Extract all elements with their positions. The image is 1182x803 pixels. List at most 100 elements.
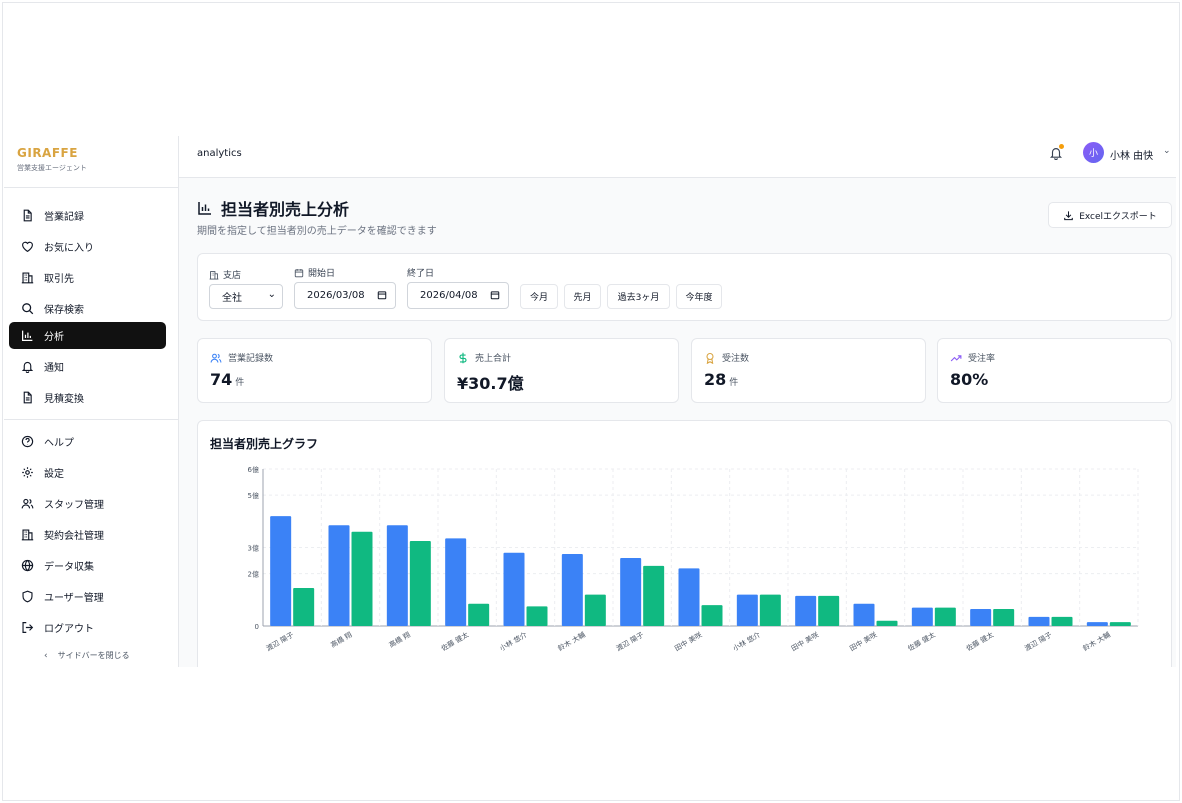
y-tick-label: 5億	[248, 491, 259, 500]
brand-logo[interactable]: GIRAFFE	[17, 146, 178, 160]
stat-label: 営業記録数	[210, 351, 273, 364]
sidebar-item-quote-conversion[interactable]: 見積変換	[9, 384, 166, 411]
chevron-left-icon: ‹	[44, 650, 48, 661]
quick-last-3-months-button[interactable]: 過去3ヶ月	[607, 284, 670, 309]
sidebar-collapse-button[interactable]: ‹ サイドバーを閉じる	[44, 650, 130, 661]
sidebar-item-staff[interactable]: スタッフ管理	[9, 490, 166, 517]
sidebar-item-label: ログアウト	[44, 624, 94, 635]
stat-label: 受注率	[950, 351, 995, 364]
x-tick-label: 小林 悠介	[731, 630, 762, 653]
calendar-icon	[294, 268, 304, 277]
sidebar-item-records[interactable]: 営業記録	[9, 202, 166, 229]
x-tick-label: 鈴木 大輔	[1081, 630, 1112, 653]
stat-number: 74	[210, 370, 233, 389]
sidebar: GIRAFFE 営業支援エージェント 営業記録 お気に入り 取引先 保存検索 分…	[4, 136, 179, 667]
stat-card-order-rate: 受注率 80%	[937, 338, 1172, 403]
x-tick-label: 高橋 翔	[329, 630, 354, 649]
bar	[351, 531, 373, 626]
bar	[1051, 616, 1073, 626]
sidebar-item-label: データ収集	[44, 562, 94, 573]
quick-this-month-button[interactable]: 今月	[520, 284, 558, 309]
bell-icon	[21, 361, 34, 373]
bar	[468, 603, 490, 626]
stat-label-text: 受注率	[968, 354, 996, 364]
sales-by-rep-chart: 0 2億 3億 5億 6億渡辺 陽子 高橋 翔 高橋 翔 佐藤 健太 小林 悠介 鈴木 大輔 渡辺 …	[248, 465, 1139, 653]
sidebar-item-favorites[interactable]: お気に入り	[9, 233, 166, 260]
sidebar-item-label: 設定	[44, 469, 64, 480]
stat-label: 受注数	[704, 351, 749, 364]
sidebar-item-contract-companies[interactable]: 契約会社管理	[9, 521, 166, 548]
x-tick-label: 田中 美咲	[848, 630, 879, 653]
avatar[interactable]: 小	[1083, 142, 1104, 163]
stat-value: 80%	[950, 370, 988, 389]
bar	[1028, 616, 1050, 626]
bar	[876, 620, 898, 626]
stat-card-records: 営業記録数 74 件	[197, 338, 432, 403]
sidebar-item-label: 通知	[44, 363, 64, 374]
user-name[interactable]: 小林 由快	[1110, 147, 1153, 162]
bar	[993, 608, 1015, 626]
page-title: 担当者別売上分析	[197, 196, 349, 220]
shield-icon	[22, 590, 33, 603]
chevron-down-icon[interactable]: ⌄	[1163, 146, 1171, 156]
sidebar-item-notifications[interactable]: 通知	[9, 353, 166, 380]
bar	[759, 594, 781, 626]
sidebar-item-data-collection[interactable]: データ収集	[9, 552, 166, 579]
sidebar-item-help[interactable]: ヘルプ	[9, 428, 166, 455]
sidebar-collapse-label: サイドバーを閉じる	[57, 651, 130, 660]
end-date-input[interactable]: 2026/04/08	[407, 282, 509, 309]
branch-label: 支店	[209, 268, 241, 281]
bar	[818, 595, 840, 626]
branch-select[interactable]: 全社 ⌄	[209, 284, 283, 309]
end-date-label-text: 終了日	[407, 269, 435, 279]
sidebar-item-clients[interactable]: 取引先	[9, 264, 166, 291]
sidebar-item-logout[interactable]: ログアウト	[9, 614, 166, 641]
calendar-icon	[490, 291, 500, 300]
x-tick-label: 渡辺 陽子	[614, 630, 645, 653]
calendar-icon	[377, 291, 387, 300]
award-icon	[706, 352, 714, 364]
sidebar-item-user-management[interactable]: ユーザー管理	[9, 583, 166, 610]
search-icon	[22, 303, 34, 315]
bar	[270, 516, 292, 626]
logout-icon	[22, 622, 34, 633]
bar	[503, 552, 525, 626]
sidebar-item-label: 見積変換	[44, 394, 84, 405]
stat-label: 売上合計	[457, 351, 511, 364]
excel-export-button[interactable]: Excelエクスポート	[1048, 202, 1172, 228]
bar	[853, 603, 875, 626]
quick-last-month-button[interactable]: 先月	[564, 284, 601, 309]
stat-value: 28 件	[704, 370, 738, 389]
x-tick-label: 鈴木 大輔	[556, 630, 587, 653]
bar	[584, 594, 606, 626]
y-tick-label: 2億	[248, 570, 259, 579]
bar	[328, 525, 350, 626]
sidebar-item-label: 取引先	[44, 274, 74, 285]
users-icon	[21, 498, 34, 509]
branch-label-text: 支店	[223, 271, 242, 281]
brand-subtitle: 営業支援エージェント	[17, 164, 87, 172]
users-icon	[210, 353, 222, 363]
start-date-input[interactable]: 2026/03/08	[294, 282, 396, 309]
sidebar-item-settings[interactable]: 設定	[9, 459, 166, 486]
quick-this-fiscal-year-button[interactable]: 今年度	[676, 284, 722, 309]
y-tick-label: 0	[255, 623, 259, 631]
x-tick-label: 田中 美咲	[673, 630, 704, 653]
page-subtitle: 期間を指定して担当者別の売上データを確認できます	[197, 226, 437, 237]
x-tick-label: 高橋 翔	[387, 630, 412, 649]
help-icon	[21, 435, 34, 448]
bar	[1109, 622, 1131, 626]
stat-unit: 件	[235, 378, 245, 388]
sidebar-item-saved-search[interactable]: 保存検索	[9, 295, 166, 322]
stat-value: ¥30.7億	[457, 370, 524, 394]
stat-number: 28	[704, 370, 727, 389]
bar	[736, 594, 758, 626]
bar	[526, 606, 548, 626]
y-tick-label: 3億	[248, 544, 259, 553]
end-date-label: 終了日	[407, 266, 434, 279]
gear-icon	[22, 467, 33, 478]
notification-dot	[1059, 144, 1064, 149]
sidebar-item-analytics[interactable]: 分析	[9, 322, 166, 349]
bar	[293, 588, 315, 626]
stat-label-text: 受注数	[722, 354, 750, 364]
